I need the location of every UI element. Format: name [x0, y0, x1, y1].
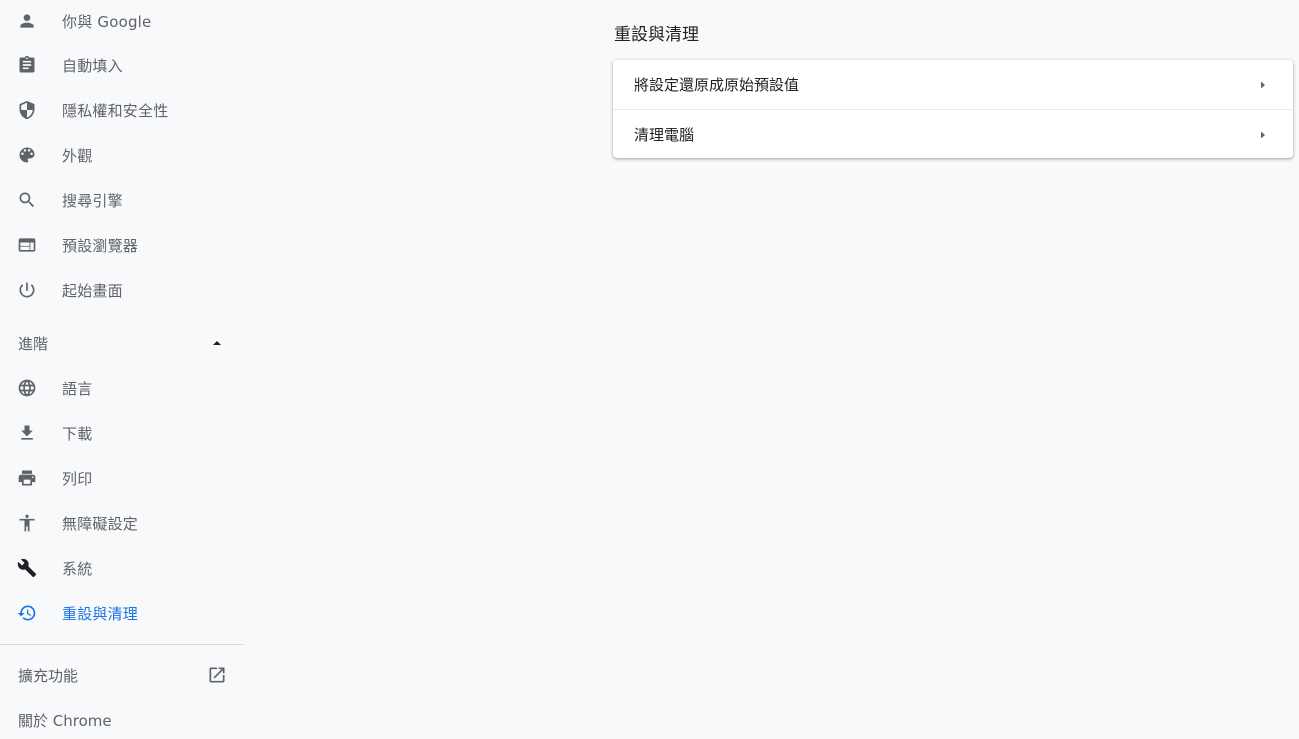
clean-up-computer-label: 清理電腦	[634, 126, 695, 144]
sidebar-item-languages[interactable]: 語言	[0, 368, 243, 408]
sidebar: 你與 Google 自動填入 隱私權和安全性 外觀 搜尋引擎 預設瀏覽器 起始畫…	[0, 0, 243, 739]
sidebar-item-label: 搜尋引擎	[62, 191, 123, 210]
sidebar-item-extensions[interactable]: 擴充功能	[0, 655, 243, 695]
about-chrome-label: 關於 Chrome	[18, 711, 112, 730]
sidebar-item-you-and-google[interactable]: 你與 Google	[0, 1, 243, 41]
sidebar-item-label: 重設與清理	[62, 604, 139, 623]
open-in-new-icon	[207, 665, 227, 685]
download-icon	[17, 423, 37, 443]
sidebar-item-on-startup[interactable]: 起始畫面	[0, 270, 243, 310]
restore-icon	[17, 603, 37, 623]
sidebar-item-label: 系統	[62, 559, 93, 578]
sidebar-item-privacy[interactable]: 隱私權和安全性	[0, 90, 243, 130]
sidebar-item-default-browser[interactable]: 預設瀏覽器	[0, 225, 243, 265]
sidebar-item-about-chrome[interactable]: 關於 Chrome	[0, 700, 243, 739]
sidebar-item-label: 自動填入	[62, 56, 123, 75]
arrow-up-icon	[210, 336, 224, 350]
clean-up-computer-row[interactable]: 清理電腦	[613, 109, 1293, 159]
arrow-right-icon	[1257, 129, 1269, 141]
restore-defaults-row[interactable]: 將設定還原成原始預設值	[613, 60, 1293, 109]
extensions-label: 擴充功能	[18, 666, 79, 685]
sidebar-item-label: 你與 Google	[62, 12, 152, 31]
sidebar-item-label: 預設瀏覽器	[62, 236, 139, 255]
palette-icon	[17, 145, 37, 165]
sidebar-item-printing[interactable]: 列印	[0, 458, 243, 498]
search-icon	[17, 190, 37, 210]
sidebar-item-appearance[interactable]: 外觀	[0, 135, 243, 175]
advanced-label: 進階	[18, 334, 49, 353]
sidebar-item-label: 起始畫面	[62, 281, 123, 300]
sidebar-item-downloads[interactable]: 下載	[0, 413, 243, 453]
advanced-section-toggle[interactable]: 進階	[0, 325, 243, 361]
sidebar-item-label: 無障礙設定	[62, 514, 139, 533]
sidebar-item-label: 列印	[62, 469, 93, 488]
power-icon	[17, 280, 37, 300]
printer-icon	[17, 468, 37, 488]
sidebar-item-search-engine[interactable]: 搜尋引擎	[0, 180, 243, 220]
reset-settings-card: 將設定還原成原始預設值 清理電腦	[613, 60, 1293, 158]
settings-page: 你與 Google 自動填入 隱私權和安全性 外觀 搜尋引擎 預設瀏覽器 起始畫…	[0, 0, 1299, 739]
sidebar-item-reset-and-cleanup[interactable]: 重設與清理	[0, 593, 243, 633]
wrench-icon	[17, 558, 37, 578]
sidebar-item-accessibility[interactable]: 無障礙設定	[0, 503, 243, 543]
accessibility-icon	[17, 513, 37, 533]
shield-icon	[17, 100, 37, 120]
globe-icon	[17, 378, 37, 398]
arrow-right-icon	[1257, 79, 1269, 91]
sidebar-item-label: 下載	[62, 424, 93, 443]
sidebar-item-label: 外觀	[62, 146, 93, 165]
sidebar-item-label: 語言	[62, 379, 93, 398]
browser-icon	[17, 235, 37, 255]
person-icon	[17, 11, 37, 31]
sidebar-item-system[interactable]: 系統	[0, 548, 243, 588]
clipboard-icon	[17, 55, 37, 75]
sidebar-item-label: 隱私權和安全性	[62, 101, 169, 120]
page-title: 重設與清理	[614, 25, 699, 45]
restore-defaults-label: 將設定還原成原始預設值	[634, 76, 800, 94]
sidebar-divider	[0, 644, 243, 645]
sidebar-item-autofill[interactable]: 自動填入	[0, 45, 243, 85]
